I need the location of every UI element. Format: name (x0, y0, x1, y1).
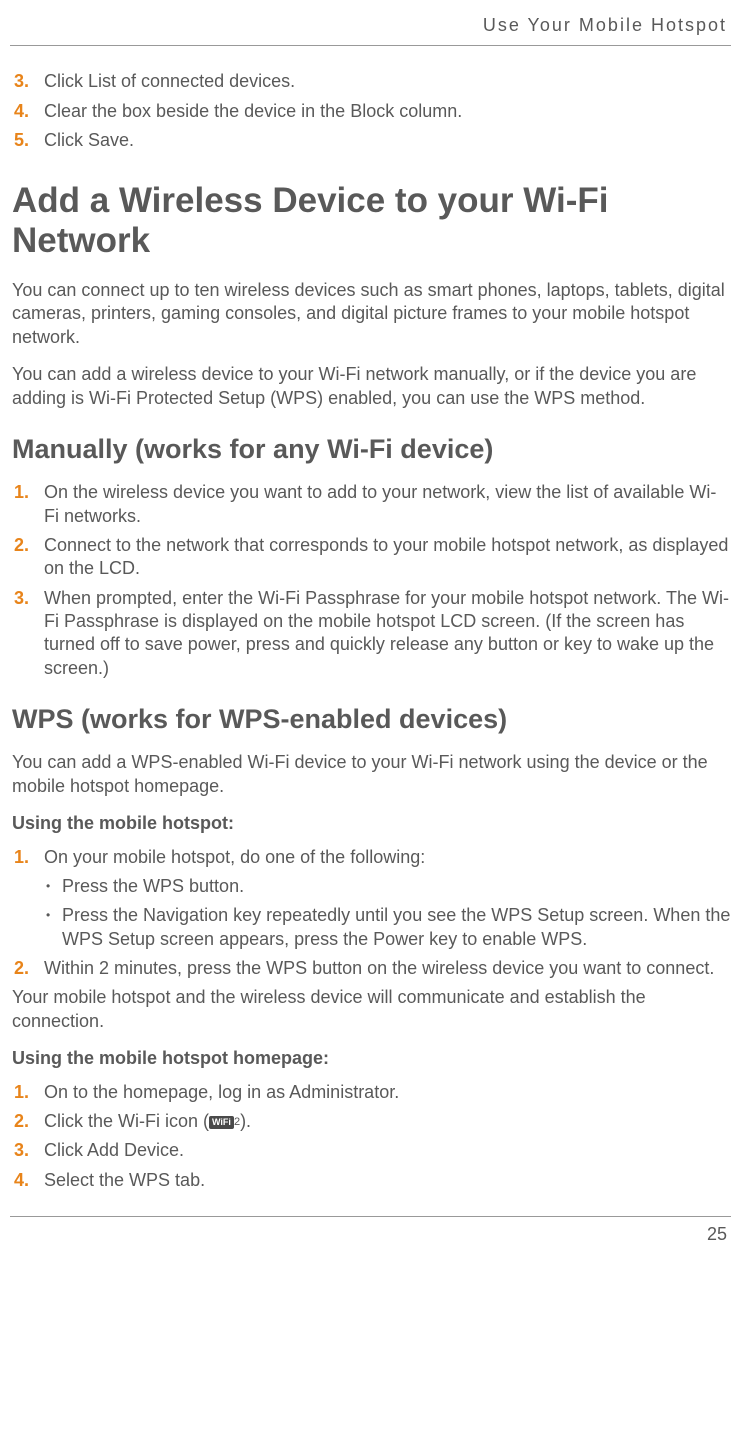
bullet-icon: • (44, 875, 62, 898)
step-text: On the wireless device you want to add t… (44, 481, 731, 528)
sub-heading-bold: Using the mobile hotspot homepage: (12, 1047, 731, 1070)
step-number: 4. (12, 1169, 44, 1192)
step-number: 2. (12, 1110, 44, 1133)
body-paragraph: You can add a WPS-enabled Wi-Fi device t… (12, 751, 731, 798)
list-item: 3. Click Add Device. (12, 1139, 731, 1162)
body-paragraph: Your mobile hotspot and the wireless dev… (12, 986, 731, 1033)
manual-steps-list: 1. On the wireless device you want to ad… (12, 481, 731, 680)
wifi-icon: WiFi (209, 1116, 234, 1129)
bullet-icon: • (44, 904, 62, 951)
wps-hotspot-steps-list: 1. On your mobile hotspot, do one of the… (12, 846, 731, 869)
list-item: • Press the WPS button. (44, 875, 731, 898)
homepage-steps-list: 1. On to the homepage, log in as Adminis… (12, 1081, 731, 1193)
header-section-title: Use Your Mobile Hotspot (10, 10, 731, 37)
step-text: Click Add Device. (44, 1139, 731, 1162)
section-heading: Add a Wireless Device to your Wi-Fi Netw… (12, 181, 731, 262)
step-number: 3. (12, 70, 44, 93)
list-item: 1. On the wireless device you want to ad… (12, 481, 731, 528)
body-paragraph: You can connect up to ten wireless devic… (12, 279, 731, 349)
list-item: 2. Click the Wi-Fi icon (WiFi2). (12, 1110, 731, 1133)
step-text: Select the WPS tab. (44, 1169, 731, 1192)
step-text: Click List of connected devices. (44, 70, 731, 93)
step-number: 1. (12, 481, 44, 528)
step-text: On your mobile hotspot, do one of the fo… (44, 846, 731, 869)
page-number: 25 (10, 1223, 731, 1246)
step-text-post: ). (240, 1111, 251, 1131)
subsection-heading: WPS (works for WPS-enabled devices) (12, 702, 731, 737)
step-number: 3. (12, 587, 44, 681)
sub-heading-bold: Using the mobile hotspot: (12, 812, 731, 835)
list-item: 1. On your mobile hotspot, do one of the… (12, 846, 731, 869)
step-number: 5. (12, 129, 44, 152)
step-number: 4. (12, 100, 44, 123)
bullet-text: Press the Navigation key repeatedly unti… (62, 904, 731, 951)
step-text: When prompted, enter the Wi-Fi Passphras… (44, 587, 731, 681)
page-content: 3. Click List of connected devices. 4. C… (10, 70, 731, 1192)
step-number: 3. (12, 1139, 44, 1162)
header-divider (10, 45, 731, 46)
step-text: Within 2 minutes, press the WPS button o… (44, 957, 731, 980)
list-item: • Press the Navigation key repeatedly un… (44, 904, 731, 951)
step-text: Connect to the network that corresponds … (44, 534, 731, 581)
step-text: Clear the box beside the device in the B… (44, 100, 731, 123)
list-item: 3. Click List of connected devices. (12, 70, 731, 93)
list-item: 4. Select the WPS tab. (12, 1169, 731, 1192)
subsection-heading: Manually (works for any Wi-Fi device) (12, 432, 731, 467)
bullet-list: • Press the WPS button. • Press the Navi… (44, 875, 731, 951)
list-item: 4. Clear the box beside the device in th… (12, 100, 731, 123)
footer-divider (10, 1216, 731, 1217)
wps-hotspot-steps-list-cont: 2. Within 2 minutes, press the WPS butto… (12, 957, 731, 980)
body-paragraph: You can add a wireless device to your Wi… (12, 363, 731, 410)
bullet-text: Press the WPS button. (62, 875, 731, 898)
step-number: 2. (12, 957, 44, 980)
step-text: On to the homepage, log in as Administra… (44, 1081, 731, 1104)
step-number: 1. (12, 1081, 44, 1104)
intro-steps-list: 3. Click List of connected devices. 4. C… (12, 70, 731, 152)
step-text-composite: Click the Wi-Fi icon (WiFi2). (44, 1110, 731, 1133)
list-item: 2. Connect to the network that correspon… (12, 534, 731, 581)
list-item: 5. Click Save. (12, 129, 731, 152)
list-item: 2. Within 2 minutes, press the WPS butto… (12, 957, 731, 980)
list-item: 3. When prompted, enter the Wi-Fi Passph… (12, 587, 731, 681)
step-number: 2. (12, 534, 44, 581)
step-number: 1. (12, 846, 44, 869)
step-text: Click Save. (44, 129, 731, 152)
step-text-pre: Click the Wi-Fi icon ( (44, 1111, 209, 1131)
list-item: 1. On to the homepage, log in as Adminis… (12, 1081, 731, 1104)
sub-bullet-container: • Press the WPS button. • Press the Navi… (12, 875, 731, 951)
